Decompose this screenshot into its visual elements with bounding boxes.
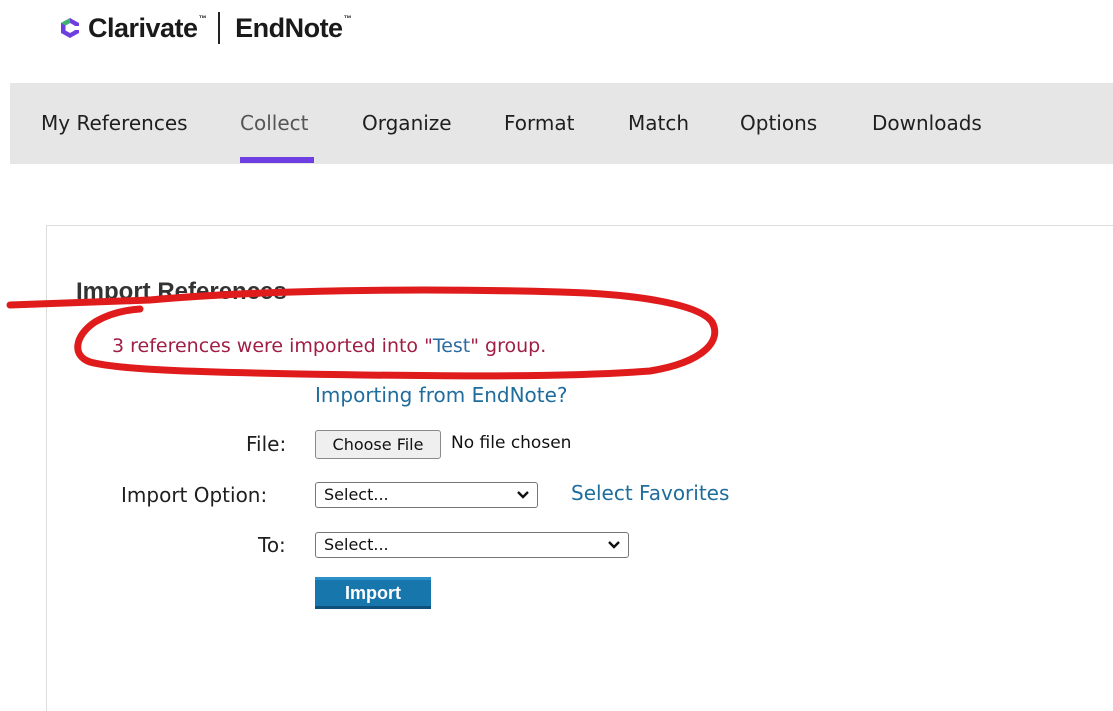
import-option-value: Select... bbox=[324, 485, 389, 504]
file-label: File: bbox=[246, 432, 287, 456]
no-file-chosen-text: No file chosen bbox=[451, 433, 572, 453]
chevron-down-icon bbox=[517, 491, 529, 499]
tab-organize[interactable]: Organize bbox=[362, 111, 452, 135]
group-name: Test bbox=[432, 335, 471, 357]
import-option-select[interactable]: Select... bbox=[315, 482, 538, 508]
tab-options[interactable]: Options bbox=[740, 111, 817, 135]
import-button[interactable]: Import bbox=[315, 577, 431, 609]
tab-format[interactable]: Format bbox=[504, 111, 574, 135]
choose-file-button[interactable]: Choose File bbox=[315, 430, 441, 459]
import-option-label: Import Option: bbox=[121, 483, 268, 507]
clarivate-logo-icon bbox=[61, 18, 80, 38]
main-nav-bar: My References Collect Organize Format Ma… bbox=[10, 83, 1113, 164]
tab-downloads[interactable]: Downloads bbox=[872, 111, 982, 135]
section-title: Import References bbox=[76, 278, 287, 305]
importing-from-endnote-link[interactable]: Importing from EndNote? bbox=[315, 383, 568, 407]
to-group-select[interactable]: Select... bbox=[315, 532, 629, 558]
to-label: To: bbox=[258, 533, 286, 557]
active-tab-indicator bbox=[240, 157, 314, 163]
tab-collect[interactable]: Collect bbox=[240, 111, 308, 135]
tab-my-references[interactable]: My References bbox=[41, 111, 188, 135]
brand-endnote: EndNote™ bbox=[235, 12, 352, 43]
tab-match[interactable]: Match bbox=[628, 111, 689, 135]
brand-clarivate: Clarivate™ bbox=[88, 12, 207, 43]
select-favorites-link[interactable]: Select Favorites bbox=[571, 481, 729, 505]
import-status-message: 3 references were imported into "Test" g… bbox=[112, 335, 547, 357]
chevron-down-icon bbox=[608, 541, 620, 549]
brand-divider bbox=[218, 12, 221, 44]
app-header: Clarivate™ EndNote™ bbox=[58, 8, 352, 48]
to-group-value: Select... bbox=[324, 535, 389, 554]
